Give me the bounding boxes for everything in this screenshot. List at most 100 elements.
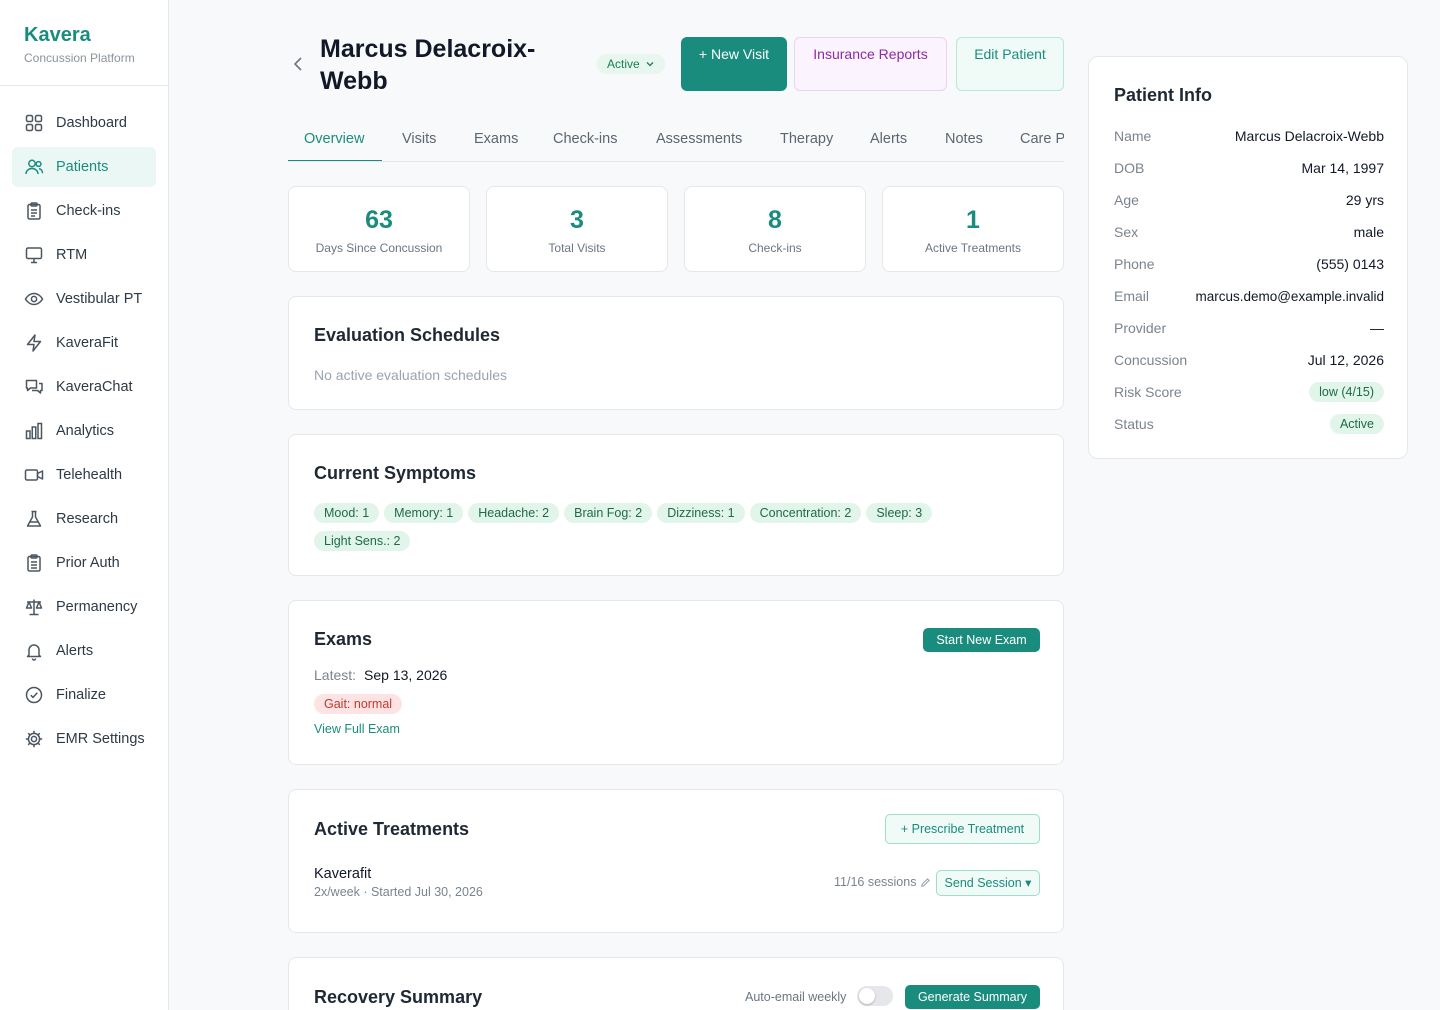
info-label: Concussion <box>1114 352 1188 368</box>
sidebar-nav: Dashboard Patients Check-ins RTM Vestibu… <box>0 86 168 759</box>
info-label: Status <box>1114 416 1154 432</box>
symptom-chip: Brain Fog: 2 <box>564 503 653 523</box>
stat-value: 8 <box>768 206 782 234</box>
tab-exams[interactable]: Exams <box>474 131 518 147</box>
sidebar-item-prior-auth[interactable]: Prior Auth <box>12 543 156 583</box>
sessions-label: 11/16 sessions <box>834 875 917 889</box>
symptom-chip: Light Sens.: 2 <box>314 531 411 551</box>
info-row-name: Name Marcus Delacroix-Webb <box>1114 126 1384 146</box>
stat-card-active-treatments: 1 Active Treatments <box>882 186 1064 272</box>
info-value: Mar 14, 1997 <box>1301 160 1385 176</box>
sidebar-item-patients[interactable]: Patients <box>12 147 156 187</box>
symptom-chips: Mood: 1 Memory: 1 Headache: 2 Brain Fog: 2D… <box>314 503 1014 559</box>
info-row-status: Status Active <box>1114 414 1384 434</box>
stat-card-total-visits: 3 Total Visits <box>486 186 668 272</box>
info-label: Age <box>1114 192 1139 208</box>
card-title: Active Treatments <box>314 819 470 839</box>
info-value: 29 yrs <box>1345 192 1384 208</box>
sidebar-item-kaverachat[interactable]: KaveraChat <box>12 367 156 407</box>
sidebar-item-label: Patients <box>56 159 109 175</box>
tab-assessments[interactable]: Assessments <box>656 131 742 147</box>
back-button[interactable] <box>288 52 308 76</box>
active-tab-indicator <box>288 160 382 161</box>
sidebar-item-dashboard[interactable]: Dashboard <box>12 103 156 143</box>
active-treatments-card: Active Treatments + Prescribe Treatment … <box>288 789 1064 933</box>
stat-label: Check-ins <box>748 241 802 255</box>
auto-email-toggle[interactable] <box>857 986 893 1006</box>
info-row-provider: Provider — <box>1114 318 1384 338</box>
tab-notes[interactable]: Notes <box>945 131 983 147</box>
symptom-chip: Mood: 1 <box>314 503 380 523</box>
sidebar-item-check-ins[interactable]: Check-ins <box>12 191 156 231</box>
tab-care-plan[interactable]: Care P <box>1020 131 1064 147</box>
tab-visits[interactable]: Visits <box>402 131 436 147</box>
panel-title: Patient Info <box>1114 85 1212 105</box>
tab-therapy[interactable]: Therapy <box>780 131 833 147</box>
card-title: Current Symptoms <box>314 463 477 483</box>
sidebar-item-emr-settings[interactable]: EMR Settings <box>12 719 156 759</box>
scale-icon <box>24 597 44 617</box>
sidebar-item-label: Permanency <box>56 599 138 615</box>
brand-name[interactable]: Kavera <box>24 22 144 48</box>
symptom-chip: Concentration: 2 <box>749 503 862 523</box>
pencil-icon[interactable] <box>920 877 931 888</box>
stat-label: Days Since Concussion <box>315 241 443 255</box>
info-row-email: Email marcus.demo@example.invalid <box>1114 286 1384 306</box>
bolt-icon <box>24 333 44 353</box>
stats-row: 63 Days Since Concussion 3 Total Visits … <box>288 186 1064 272</box>
symptom-chip: Dizziness: 1 <box>657 503 745 523</box>
prescribe-treatment-button[interactable]: + Prescribe Treatment <box>885 814 1040 844</box>
clipboard-check-icon <box>24 553 44 573</box>
tab-alerts[interactable]: Alerts <box>870 131 907 147</box>
sidebar-item-label: Alerts <box>56 643 94 659</box>
symptom-chip: Headache: 2 <box>468 503 560 523</box>
insurance-reports-button[interactable]: Insurance Reports <box>794 37 947 91</box>
sidebar-item-label: Analytics <box>56 423 115 439</box>
check-circle-icon <box>24 685 44 705</box>
sidebar-item-label: RTM <box>56 247 88 263</box>
info-row-risk-score: Risk Score low (4/15) <box>1114 382 1384 402</box>
chevron-down-icon <box>646 62 654 67</box>
sidebar-item-alerts[interactable]: Alerts <box>12 631 156 671</box>
sidebar-item-kaverafit[interactable]: KaveraFit <box>12 323 156 363</box>
card-title: Recovery Summary <box>314 987 483 1007</box>
bell-icon <box>24 641 44 661</box>
new-visit-button[interactable]: + New Visit <box>681 37 787 91</box>
auto-email-label: Auto-email weekly <box>745 990 847 1004</box>
bar-chart-icon <box>24 421 44 441</box>
sidebar-item-finalize[interactable]: Finalize <box>12 675 156 715</box>
sidebar-item-research[interactable]: Research <box>12 499 156 539</box>
generate-summary-button[interactable]: Generate Summary <box>905 985 1040 1009</box>
sidebar-item-vestibular-pt[interactable]: Vestibular PT <box>12 279 156 319</box>
symptom-chip: Memory: 1 <box>384 503 464 523</box>
tab-check-ins[interactable]: Check-ins <box>553 131 617 147</box>
current-symptoms-card: Current Symptoms Mood: 1 Memory: 1 Headach… <box>288 434 1064 576</box>
tab-overview[interactable]: Overview <box>304 131 364 147</box>
edit-patient-button[interactable]: Edit Patient <box>956 37 1064 91</box>
dashboard-icon <box>24 113 44 133</box>
stat-label: Total Visits <box>548 241 606 255</box>
info-row-sex: Sex male <box>1114 222 1384 242</box>
info-row-phone: Phone (555) 0143 <box>1114 254 1384 274</box>
sidebar-item-analytics[interactable]: Analytics <box>12 411 156 451</box>
sidebar-item-label: Check-ins <box>56 203 121 219</box>
info-label: DOB <box>1114 160 1145 176</box>
exams-card: Exams Start New Exam Latest: Sep 13, 2026… <box>288 600 1064 765</box>
sidebar-item-rtm[interactable]: RTM <box>12 235 156 275</box>
chevron-left-icon <box>293 57 302 71</box>
stat-value: 3 <box>570 206 584 234</box>
info-label: Risk Score <box>1114 384 1182 400</box>
stat-value: 63 <box>365 206 393 234</box>
view-full-exam-link[interactable]: View Full Exam <box>314 722 400 736</box>
sidebar-item-label: KaveraChat <box>56 379 133 395</box>
start-new-exam-button[interactable]: Start New Exam <box>923 628 1040 652</box>
treatment-name: Kaverafit <box>314 866 372 882</box>
send-session-button[interactable]: Send Session ▾ <box>936 870 1040 896</box>
sidebar-item-permanency[interactable]: Permanency <box>12 587 156 627</box>
status-dropdown[interactable]: Active <box>597 54 665 74</box>
patient-info-panel: Patient Info Name Marcus Delacroix-Webb D… <box>1088 56 1408 459</box>
sidebar-item-telehealth[interactable]: Telehealth <box>12 455 156 495</box>
card-title: Evaluation Schedules <box>314 325 501 345</box>
recovery-summary-card: Recovery Summary Auto-email weekly Gener… <box>288 957 1064 1010</box>
stat-label: Active Treatments <box>924 241 1022 255</box>
